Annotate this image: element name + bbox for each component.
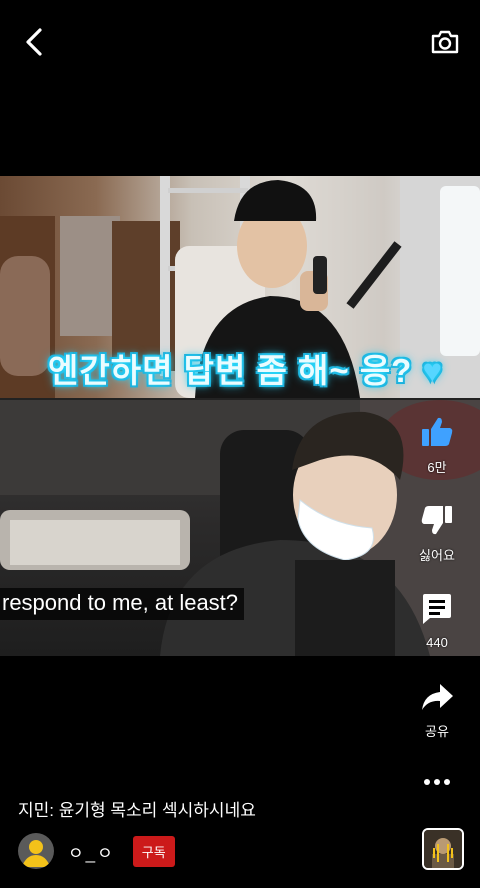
sound-icon	[424, 830, 462, 868]
post-title: 지민: 윤기형 목소리 섹시하시네요	[18, 801, 256, 820]
top-bar	[0, 0, 480, 84]
dislike-button[interactable]: 싫어요	[404, 504, 470, 564]
share-icon	[422, 684, 453, 710]
subscribe-button[interactable]: 구독	[132, 835, 175, 867]
camera-icon	[431, 30, 459, 54]
comment-icon	[423, 594, 451, 624]
video-caption-korean: 엔간하면 답변 좀 해~ 응? ♥	[48, 344, 443, 392]
more-icon	[424, 779, 450, 785]
more-button[interactable]	[404, 774, 470, 792]
thumbs-down-icon	[421, 506, 452, 535]
like-count: 6만	[427, 460, 447, 475]
back-icon	[26, 28, 42, 56]
camera-button[interactable]	[426, 24, 464, 60]
avatar[interactable]	[18, 833, 54, 869]
caption-heart-icon: ♥	[422, 352, 444, 389]
sound-button[interactable]	[422, 828, 464, 870]
share-button[interactable]: 공유	[404, 682, 470, 740]
video-caption-english: respond to me, at least?	[0, 588, 245, 620]
avatar-icon	[22, 840, 50, 867]
channel-row: ㅇ_ㅇ 구독	[18, 832, 175, 870]
caption-korean-text: 엔간하면 답변 좀 해~ 응?	[48, 352, 413, 389]
back-button[interactable]	[14, 24, 54, 60]
thumbs-up-icon	[422, 417, 453, 446]
comment-button[interactable]: 440	[404, 592, 470, 650]
share-label: 공유	[425, 724, 449, 739]
dislike-label: 싫어요	[419, 548, 455, 563]
like-button[interactable]: 6만	[404, 416, 470, 476]
comment-count: 440	[426, 635, 448, 650]
channel-name[interactable]: ㅇ_ㅇ	[68, 839, 115, 864]
